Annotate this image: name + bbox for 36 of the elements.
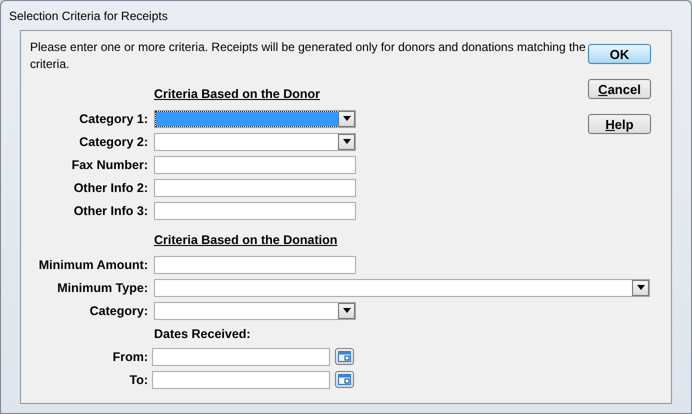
field-label: Minimum Type: (56, 280, 148, 294)
dates-caption: Dates Received: (154, 326, 251, 340)
calendar-icon (338, 351, 351, 362)
field-label: Fax Number: (70, 158, 148, 172)
section-heading: Criteria Based on the Donation (154, 232, 338, 248)
dropdown-field[interactable] (154, 132, 356, 150)
dropdown-field[interactable] (154, 110, 356, 128)
field-label: To: (128, 372, 148, 386)
dialog-button[interactable]: Help (588, 114, 651, 134)
instructions-text: Please enter one or more criteria. Receipts will be generated only for donors and donations matching the criteria. (30, 39, 587, 73)
field-label: Other Info 3: (72, 204, 148, 218)
calendar-button[interactable] (335, 371, 354, 388)
field-label: Other Info 2: (72, 180, 148, 194)
window-title: Selection Criteria for Receipts (9, 8, 168, 22)
dropdown-arrow-icon[interactable] (636, 285, 644, 290)
dropdown-arrow-icon[interactable] (342, 116, 350, 121)
dialog-button[interactable]: Cancel (588, 79, 651, 99)
dropdown-field[interactable] (154, 278, 650, 296)
field-label: Minimum Amount: (38, 258, 148, 272)
field-label: Category 1: (78, 112, 148, 126)
input-field[interactable] (154, 178, 356, 196)
dialog-button[interactable]: OK (588, 44, 651, 64)
field-label: Category 2: (78, 134, 148, 148)
section-heading: Criteria Based on the Donor (154, 86, 320, 102)
calendar-button[interactable] (335, 348, 354, 365)
input-field[interactable] (154, 256, 356, 274)
date-field[interactable] (152, 370, 330, 388)
field-label: From: (112, 350, 148, 364)
dropdown-arrow-icon[interactable] (342, 139, 350, 144)
calendar-icon (338, 374, 351, 385)
date-field[interactable] (152, 348, 330, 366)
input-field[interactable] (154, 202, 356, 220)
dropdown-field[interactable] (154, 302, 356, 320)
dropdown-arrow-icon[interactable] (342, 308, 350, 313)
input-field[interactable] (154, 156, 356, 174)
field-label: Category: (88, 304, 148, 318)
